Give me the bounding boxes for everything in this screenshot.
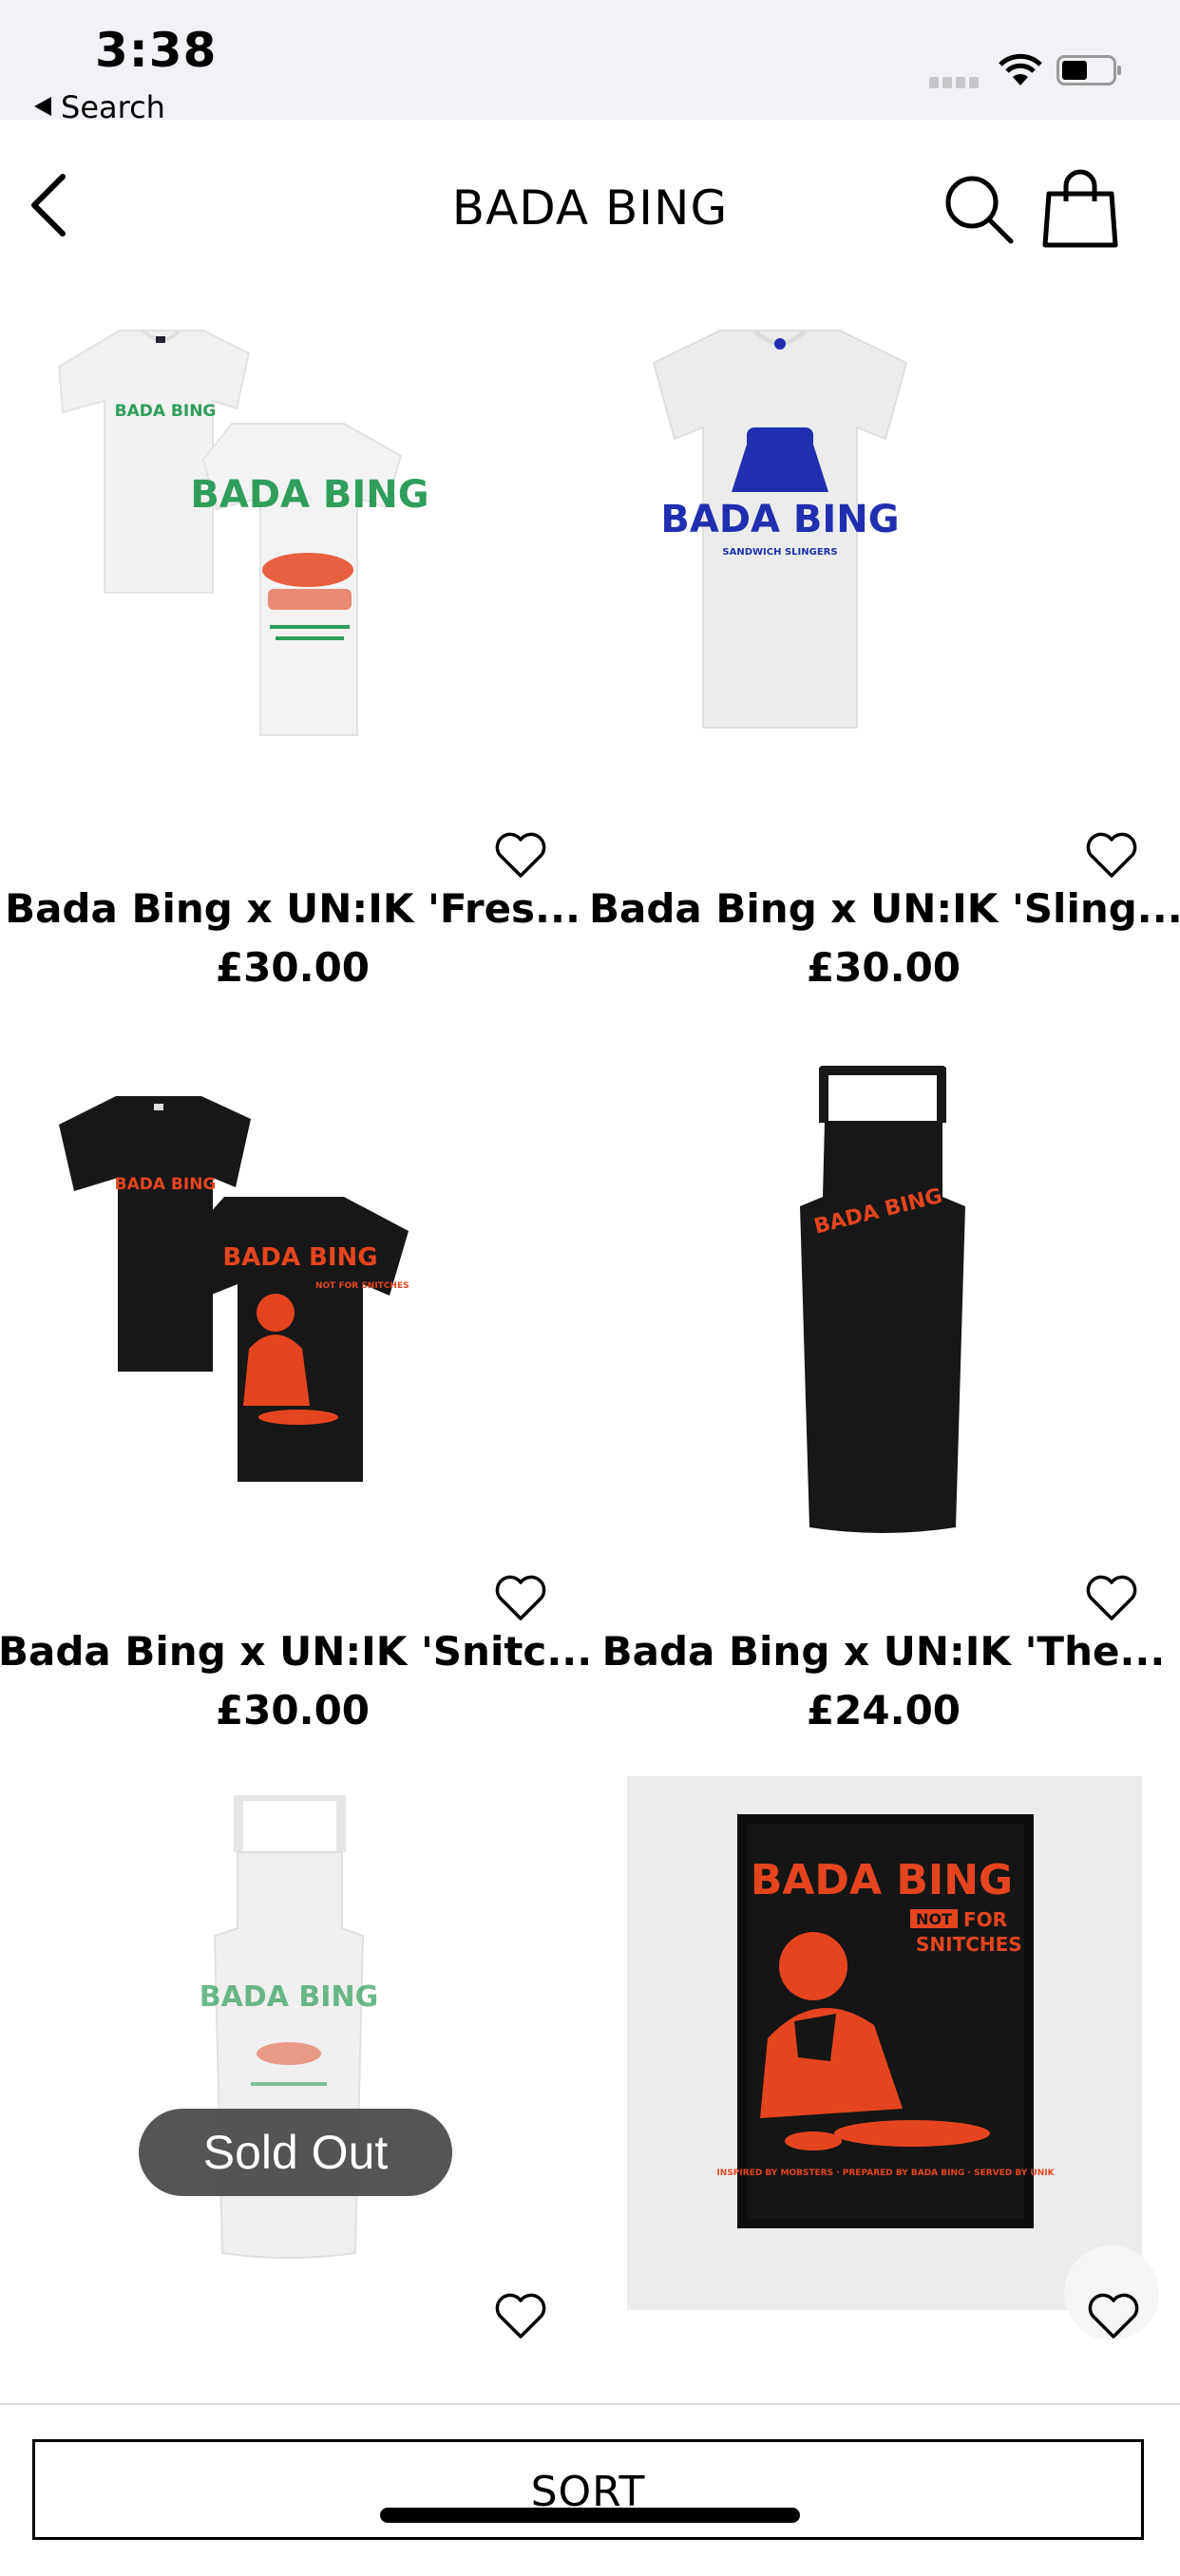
svg-text:NOT FOR SNITCHES: NOT FOR SNITCHES (315, 1281, 409, 1291)
white-tee-fresh-illustration: BADA BING BADA BING (57, 329, 429, 736)
heart-outline-icon[interactable] (494, 830, 547, 880)
product-name[interactable]: Bada Bing x UN:IK 'The... (589, 1628, 1178, 1675)
svg-text:NOT: NOT (916, 1910, 952, 1928)
product-image[interactable]: BADA BING BADA BING NOT FOR SNITCHES (13, 1064, 574, 1598)
product-image[interactable]: BADA BING (604, 1064, 1165, 1598)
white-tee-slingers-illustration: BADA BING SANDWICH SLINGERS (652, 329, 908, 729)
svg-text:FOR: FOR (963, 1908, 1007, 1931)
home-indicator[interactable] (380, 2508, 800, 2523)
sort-button[interactable]: SORT (32, 2439, 1144, 2540)
svg-text:BADA BING: BADA BING (190, 473, 428, 517)
back-triangle-icon (34, 97, 51, 116)
heart-outline-icon[interactable] (494, 1573, 547, 1622)
heart-outline-icon[interactable] (1087, 2291, 1140, 2340)
svg-text:SNITCHES: SNITCHES (916, 1933, 1022, 1956)
poster-illustration: BADA BING NOT FOR SNITCHES INSPIRED BY M… (716, 1814, 1056, 2228)
svg-text:BADA BING: BADA BING (751, 1856, 1013, 1904)
black-tee-snitches-illustration: BADA BING BADA BING NOT FOR SNITCHES (59, 1096, 409, 1482)
chevron-left-icon[interactable] (21, 167, 78, 243)
white-apron-illustration: BADA BING (200, 1795, 378, 2259)
battery-icon (1056, 55, 1121, 85)
product-price: £30.00 (215, 1687, 371, 1733)
svg-text:BADA BING: BADA BING (200, 1980, 378, 2014)
heart-outline-icon[interactable] (1085, 1573, 1138, 1622)
product-image[interactable]: BADA BING BADA BING (13, 321, 574, 855)
svg-text:BADA BING: BADA BING (660, 498, 899, 541)
heart-outline-icon[interactable] (1085, 830, 1138, 880)
search-icon[interactable] (941, 171, 1017, 247)
sold-out-badge: Sold Out (139, 2109, 452, 2196)
product-price: £30.00 (215, 944, 371, 991)
heart-outline-icon[interactable] (494, 2291, 547, 2340)
svg-text:BADA BING: BADA BING (115, 1175, 217, 1194)
product-image[interactable]: BADA BING NOT FOR SNITCHES INSPIRED BY M… (627, 1776, 1142, 2310)
product-name[interactable]: Bada Bing x UN:IK 'Fres... (0, 885, 587, 932)
product-name[interactable]: Bada Bing x UN:IK 'Sling... (589, 885, 1180, 932)
black-apron-illustration: BADA BING (800, 1066, 965, 1533)
svg-text:BADA BING: BADA BING (222, 1243, 377, 1272)
cellular-signal-icon (929, 74, 982, 88)
status-bar: 3:38 Search (0, 0, 1180, 125)
product-price: £30.00 (806, 944, 961, 991)
product-image[interactable]: BADA BING (13, 1776, 574, 2310)
product-image[interactable]: BADA BING SANDWICH SLINGERS (604, 321, 1165, 855)
product-name[interactable]: Bada Bing x UN:IK 'Snitc... (0, 1628, 592, 1675)
svg-text:BADA BING: BADA BING (115, 402, 217, 421)
app-screen: BADA BING BADA BING BADA BING Bada Bing … (0, 120, 1180, 2576)
svg-text:SANDWICH SLINGERS: SANDWICH SLINGERS (722, 547, 837, 558)
sort-bar: SORT (0, 2403, 1180, 2576)
shopping-bag-icon[interactable] (1039, 169, 1121, 249)
nav-bar: BADA BING (0, 120, 1180, 296)
product-price: £24.00 (806, 1687, 961, 1733)
wifi-icon (999, 53, 1042, 85)
svg-text:INSPIRED BY MOBSTERS · PREPARE: INSPIRED BY MOBSTERS · PREPARED BY BADA … (716, 2169, 1055, 2178)
status-time: 3:38 (95, 23, 218, 78)
